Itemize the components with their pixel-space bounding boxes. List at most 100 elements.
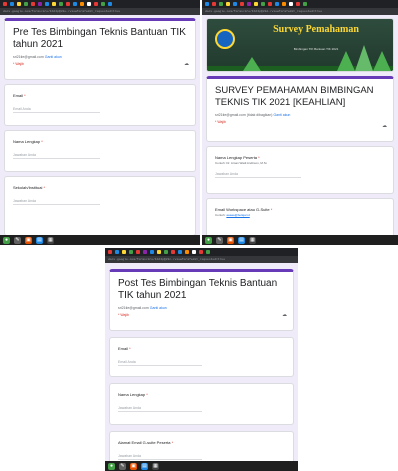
cloud-icon: ☁ <box>282 312 287 318</box>
tab-icon[interactable] <box>247 2 251 6</box>
tab-icon[interactable] <box>122 250 126 254</box>
tab-icon[interactable] <box>150 250 154 254</box>
explorer-icon[interactable]: ▤ <box>238 236 245 244</box>
email-input[interactable]: Email Anda <box>118 360 203 366</box>
chrome-icon[interactable]: ● <box>205 236 212 244</box>
store-icon[interactable]: ▦ <box>47 236 54 244</box>
tab-icon[interactable] <box>178 250 182 254</box>
tab-icon[interactable] <box>66 2 70 6</box>
tab-icon[interactable] <box>94 2 98 6</box>
store-icon[interactable]: ▦ <box>249 236 256 244</box>
tab-icon[interactable] <box>171 250 175 254</box>
cloud-icon: ☁ <box>382 123 387 129</box>
switch-account-link[interactable]: Ganti akun <box>150 306 167 310</box>
tab-icon[interactable] <box>268 2 272 6</box>
school-input[interactable]: Jawaban Anda <box>13 199 101 205</box>
tab-icon[interactable] <box>303 2 307 6</box>
tab-icon[interactable] <box>108 250 112 254</box>
tab-icon[interactable] <box>164 250 168 254</box>
tab-icon[interactable] <box>275 2 279 6</box>
question-label: Email * <box>13 93 26 98</box>
tab-icon[interactable] <box>38 2 42 6</box>
pen-icon[interactable]: ✎ <box>119 462 126 470</box>
switch-account-link[interactable]: Ganti akun <box>273 113 290 117</box>
tab-icon[interactable] <box>80 2 84 6</box>
tab-icon[interactable] <box>59 2 63 6</box>
tab-icon[interactable] <box>45 2 49 6</box>
form-title: Post Tes Bimbingan Teknis Bantuan TIK ta… <box>118 278 278 301</box>
screenshot-post-test: docs.google.com/forms/d/e/1FAIpQLSc…/vie… <box>105 248 298 471</box>
address-bar[interactable]: docs.google.com/forms/d/e/1FAIpQLSd…/vie… <box>202 8 398 15</box>
browser-tab-bar[interactable] <box>202 0 398 8</box>
required-note: * Wajib <box>13 62 24 66</box>
question-label: Nama Lengkap * <box>118 392 148 397</box>
tab-icon[interactable] <box>261 2 265 6</box>
question-card-name: Nama Lengkap * Jawaban Anda <box>4 130 196 172</box>
account-email-text: sri21tie@gmail.com <box>215 113 246 117</box>
address-bar[interactable]: docs.google.com/forms/d/e/1FAIpQLSc…/vie… <box>105 256 298 263</box>
tree-icon <box>373 51 391 71</box>
required-note: * Wajib <box>215 120 226 124</box>
explorer-icon[interactable]: ▤ <box>141 462 148 470</box>
tab-icon[interactable] <box>129 250 133 254</box>
tab-icon[interactable] <box>136 250 140 254</box>
tab-icon[interactable] <box>289 2 293 6</box>
chrome-icon[interactable]: ● <box>3 236 10 244</box>
tab-icon[interactable] <box>157 250 161 254</box>
form-page: Pre Tes Bimbingan Teknis Bantuan TIK tah… <box>0 15 200 235</box>
question-card-workspace-email: Email Workspace atau G-Suite * Contoh: a… <box>206 198 394 235</box>
tab-icon[interactable] <box>240 2 244 6</box>
tab-icon[interactable] <box>205 2 209 6</box>
tab-icon[interactable] <box>199 250 203 254</box>
office-icon[interactable]: ▣ <box>130 462 137 470</box>
email-input[interactable]: Email Anda <box>13 107 101 113</box>
question-card-email: Email * Email Anda <box>109 337 294 377</box>
tab-icon[interactable] <box>219 2 223 6</box>
browser-tab-bar[interactable] <box>0 0 200 8</box>
store-icon[interactable]: ▦ <box>152 462 159 470</box>
switch-account-link[interactable]: Ganti akun <box>45 55 62 59</box>
name-input[interactable]: Jawaban Anda <box>13 153 101 159</box>
tab-icon[interactable] <box>185 250 189 254</box>
gsuite-email-input[interactable]: Jawaban Anda <box>118 454 203 460</box>
explorer-icon[interactable]: ▤ <box>36 236 43 244</box>
tab-icon[interactable] <box>17 2 21 6</box>
tab-icon[interactable] <box>52 2 56 6</box>
office-icon[interactable]: ▣ <box>227 236 234 244</box>
form-header-card: Post Tes Bimbingan Teknis Bantuan TIK ta… <box>109 269 294 331</box>
tab-icon[interactable] <box>10 2 14 6</box>
tab-icon[interactable] <box>233 2 237 6</box>
pen-icon[interactable]: ✎ <box>14 236 21 244</box>
tab-icon[interactable] <box>3 2 7 6</box>
pen-icon[interactable]: ✎ <box>216 236 223 244</box>
form-banner-image: Survey Pemahaman Bimbingan TIK Bantuan T… <box>206 18 394 72</box>
question-label: Nama Lengkap * <box>13 139 43 144</box>
tab-icon[interactable] <box>282 2 286 6</box>
tab-icon[interactable] <box>73 2 77 6</box>
tab-icon[interactable] <box>212 2 216 6</box>
tab-icon[interactable] <box>254 2 258 6</box>
browser-tab-bar[interactable] <box>105 248 298 256</box>
tab-icon[interactable] <box>296 2 300 6</box>
tab-icon[interactable] <box>101 2 105 6</box>
form-page: Survey Pemahaman Bimbingan TIK Bantuan T… <box>202 15 398 235</box>
example-email-link[interactable]: aaaaa@belajar.id <box>226 213 249 217</box>
tab-icon[interactable] <box>24 2 28 6</box>
question-label: Alamat Email G-suite Peserta * <box>118 440 174 445</box>
tab-icon[interactable] <box>192 250 196 254</box>
tab-icon[interactable] <box>226 2 230 6</box>
tab-icon[interactable] <box>87 2 91 6</box>
participant-name-input[interactable]: Jawaban Anda <box>215 172 301 178</box>
tab-icon[interactable] <box>206 250 210 254</box>
tab-icon[interactable] <box>143 250 147 254</box>
address-bar[interactable]: docs.google.com/forms/d/e/1FAIpQLSe…/vie… <box>0 8 200 15</box>
question-label: Nama Lengkap Peserta * <box>215 155 260 160</box>
tab-icon[interactable] <box>115 250 119 254</box>
tab-icon[interactable] <box>108 2 112 6</box>
chrome-icon[interactable]: ● <box>108 462 115 470</box>
tab-icon[interactable] <box>31 2 35 6</box>
office-icon[interactable]: ▣ <box>25 236 32 244</box>
name-input[interactable]: Jawaban Anda <box>118 406 203 412</box>
form-page: Post Tes Bimbingan Teknis Bantuan TIK ta… <box>105 263 298 461</box>
taskbar: ● ✎ ▣ ▤ ▦ <box>202 235 398 245</box>
